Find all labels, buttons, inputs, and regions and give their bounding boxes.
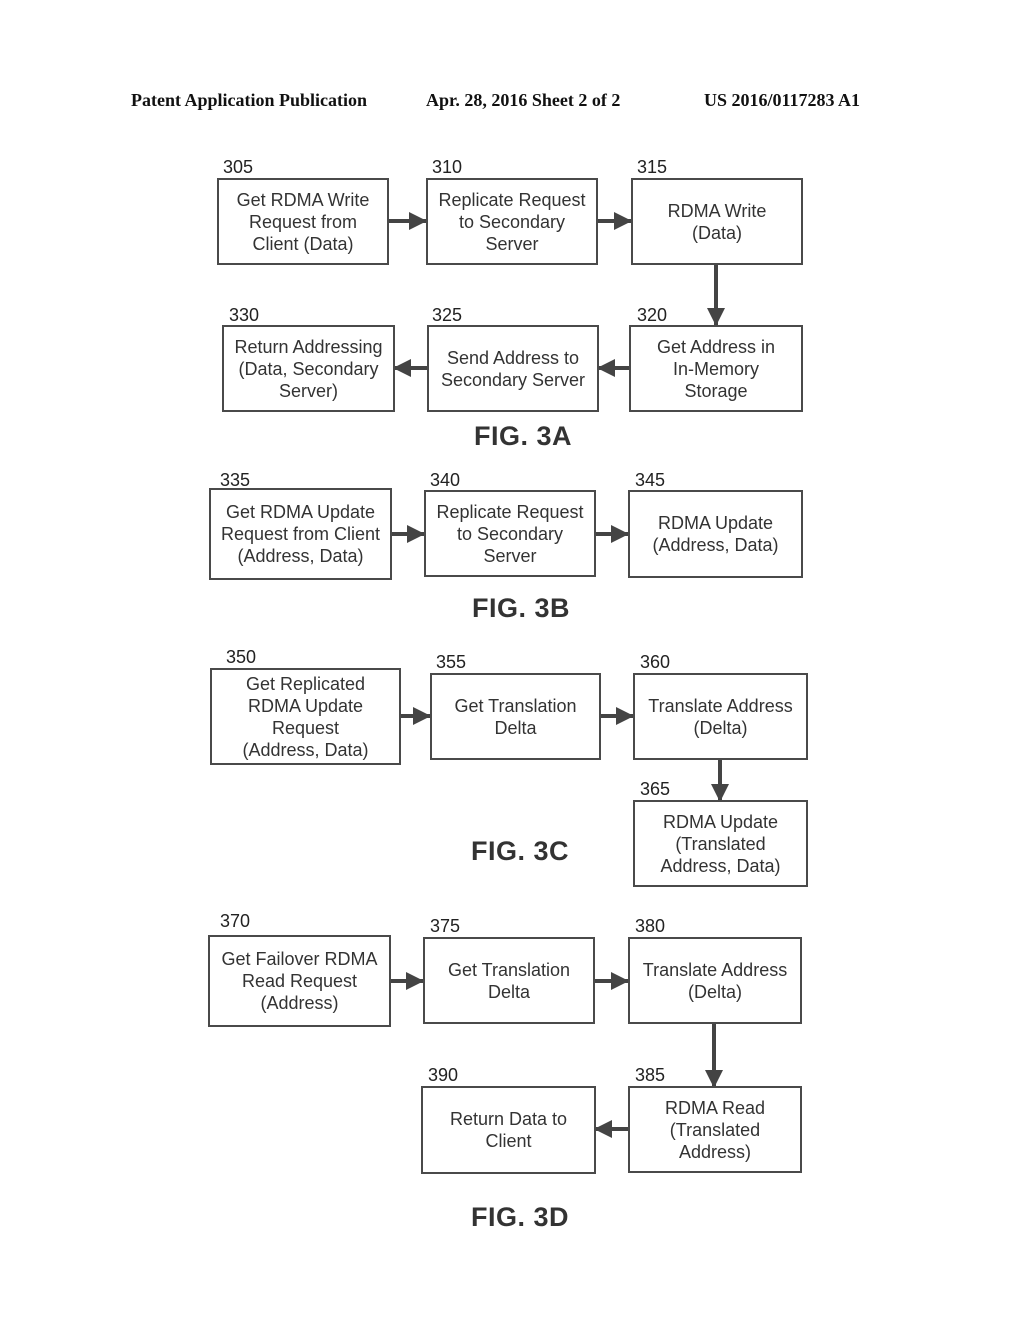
- step-box-315: RDMA Write (Data): [631, 178, 803, 265]
- publication-title: Patent Application Publication: [131, 90, 368, 110]
- step-ref-340: 340: [430, 470, 461, 490]
- publication-number: US 2016/0117283 A1: [704, 90, 861, 110]
- step-ref-370: 370: [220, 911, 251, 931]
- step-box-360: Translate Address (Delta): [633, 673, 808, 760]
- step-box-370: Get Failover RDMA Read Request (Address): [208, 935, 391, 1027]
- step-ref-390: 390: [428, 1065, 459, 1085]
- figure-label-3c: FIG. 3C: [471, 836, 570, 866]
- step-ref-320: 320: [637, 305, 668, 325]
- step-box-345: RDMA Update (Address, Data): [628, 490, 803, 578]
- step-ref-385: 385: [635, 1065, 666, 1085]
- step-box-330: Return Addressing (Data, Secondary Serve…: [222, 325, 395, 412]
- step-ref-380: 380: [635, 916, 666, 936]
- step-box-390: Return Data to Client: [421, 1086, 596, 1174]
- step-box-365: RDMA Update (Translated Address, Data): [633, 800, 808, 887]
- figure-label-3b: FIG. 3B: [472, 593, 571, 623]
- step-box-310: Replicate Request to Secondary Server: [426, 178, 598, 265]
- step-ref-345: 345: [635, 470, 666, 490]
- step-box-335: Get RDMA Update Request from Client (Add…: [209, 488, 392, 580]
- step-box-375: Get Translation Delta: [423, 937, 595, 1024]
- step-box-305: Get RDMA Write Request from Client (Data…: [217, 178, 389, 265]
- publication-date-sheet: Apr. 28, 2016 Sheet 2 of 2: [426, 90, 621, 110]
- figure-label-3d: FIG. 3D: [471, 1202, 570, 1232]
- step-ref-330: 330: [229, 305, 260, 325]
- step-box-380: Translate Address (Delta): [628, 937, 802, 1024]
- step-ref-310: 310: [432, 157, 463, 177]
- step-box-325: Send Address to Secondary Server: [427, 325, 599, 412]
- step-ref-315: 315: [637, 157, 668, 177]
- step-box-355: Get Translation Delta: [430, 673, 601, 760]
- step-ref-305: 305: [223, 157, 254, 177]
- step-ref-325: 325: [432, 305, 463, 325]
- step-ref-375: 375: [430, 916, 461, 936]
- step-box-350: Get Replicated RDMA Update Request (Addr…: [210, 668, 401, 765]
- step-ref-360: 360: [640, 652, 671, 672]
- step-ref-355: 355: [436, 652, 467, 672]
- step-ref-365: 365: [640, 779, 671, 799]
- figure-label-3a: FIG. 3A: [474, 421, 573, 451]
- step-box-385: RDMA Read (Translated Address): [628, 1086, 802, 1173]
- step-ref-350: 350: [226, 647, 257, 667]
- step-box-340: Replicate Request to Secondary Server: [424, 490, 596, 577]
- step-box-320: Get Address in In-Memory Storage: [629, 325, 803, 412]
